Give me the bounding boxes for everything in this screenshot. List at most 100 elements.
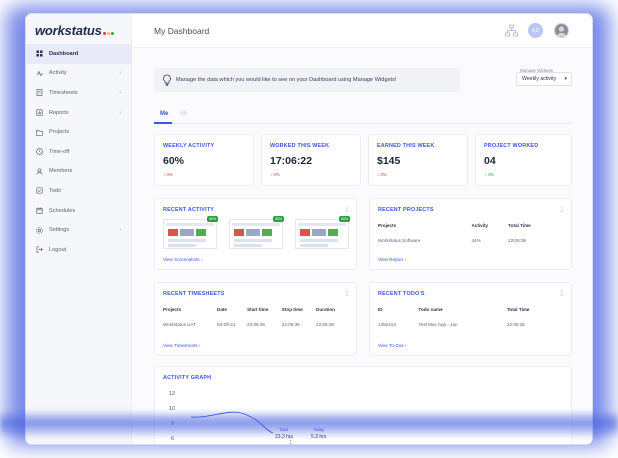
stat-change: ↓ 0% bbox=[377, 172, 387, 177]
stat-change-value: 0% bbox=[166, 172, 173, 177]
schedules-icon bbox=[35, 207, 43, 215]
header: My Dashboard GD bbox=[132, 14, 592, 48]
column-header: Stop time bbox=[281, 307, 303, 312]
table-cell: 22:06:36 bbox=[281, 322, 300, 327]
more-options-icon[interactable]: ⋮ bbox=[344, 206, 350, 213]
stat-change-value: 4% bbox=[487, 172, 494, 177]
sidebar-item-label: Schedules bbox=[49, 207, 76, 214]
recent-projects-title: RECENT PROJECTS bbox=[378, 207, 434, 213]
organization-icon[interactable] bbox=[504, 23, 519, 38]
sidebar-item-label: Projects bbox=[49, 129, 70, 136]
activity-percent-badge: 60% bbox=[207, 216, 218, 222]
sidebar-item-schedules[interactable]: Schedules bbox=[26, 201, 132, 221]
column-header: Duration bbox=[316, 307, 335, 312]
table-row[interactable]: Workstatus UAT 03-09-21 22:06:36 22:06:3… bbox=[163, 322, 347, 327]
logo-dots-icon bbox=[102, 23, 115, 38]
column-header: Date bbox=[217, 307, 227, 312]
reports-icon bbox=[35, 109, 43, 117]
logout-icon bbox=[35, 246, 43, 254]
stat-value: 04 bbox=[484, 155, 496, 167]
view-timesheets-link[interactable]: View Timesheets › bbox=[163, 343, 200, 348]
column-header: ID bbox=[378, 307, 383, 312]
activity-percent-badge: 60% bbox=[273, 216, 284, 222]
more-options-icon[interactable]: ⋮ bbox=[559, 290, 565, 297]
manage-widgets-select[interactable]: Weekly activity ▾ bbox=[516, 72, 572, 86]
sidebar-item-dashboard[interactable]: Dashboard bbox=[26, 44, 132, 64]
table-row[interactable]: Workstatus Software 44% 22:06:36 bbox=[378, 238, 558, 243]
projects-icon bbox=[35, 128, 43, 136]
recent-timesheets-title: RECENT TIMESHEETS bbox=[163, 291, 225, 297]
members-icon bbox=[35, 167, 43, 175]
dashboard-icon bbox=[35, 50, 43, 58]
sidebar-item-timesheets[interactable]: Timesheets › bbox=[26, 83, 132, 103]
table-row[interactable]: 1452412 Test Mac App - Jan 22:06:36 bbox=[378, 322, 558, 327]
view-todos-link[interactable]: View To-Dos › bbox=[378, 343, 406, 348]
lightbulb-icon bbox=[162, 74, 172, 88]
table-cell: 22:06:36 bbox=[508, 238, 527, 243]
stat-card: EARNED THIS WEEK $145 ↓ 0% bbox=[368, 134, 468, 186]
arrow-down-icon: ↓ bbox=[377, 172, 380, 177]
recent-projects-card: RECENT PROJECTS ⋮ Projects Activity Tota… bbox=[369, 198, 572, 270]
table-cell: 22:06:36 bbox=[247, 322, 265, 327]
avatar[interactable] bbox=[554, 23, 569, 38]
table-cell: Workstatus UAT bbox=[163, 322, 197, 327]
recent-todos-table: ID Todo name Total Time 1452412 Test Mac… bbox=[378, 307, 558, 327]
stat-change: ↓ 0% bbox=[163, 172, 173, 177]
active-tab-indicator bbox=[154, 122, 172, 124]
sidebar-item-logout[interactable]: Logout bbox=[26, 240, 132, 260]
tab-all[interactable]: All bbox=[180, 111, 187, 117]
sidebar-item-label: Logout bbox=[49, 246, 67, 253]
table-cell: 1452412 bbox=[378, 322, 396, 327]
stat-title: WEEKLY ACTIVITY bbox=[163, 143, 215, 149]
settings-icon bbox=[35, 226, 43, 234]
sidebar-item-settings[interactable]: Settings › bbox=[26, 220, 132, 240]
column-header: Todo name bbox=[418, 307, 443, 312]
table-cell: 22:06:36 bbox=[506, 322, 525, 327]
stat-change: ↓ 0% bbox=[270, 172, 280, 177]
arrow-down-icon: ↓ bbox=[270, 172, 273, 177]
page-title: My Dashboard bbox=[154, 26, 210, 36]
sidebar-item-label: Reports bbox=[49, 109, 69, 116]
screenshot-thumbnail[interactable]: 60% bbox=[229, 216, 284, 249]
logo: workstatus bbox=[35, 23, 115, 38]
screenshot-thumbnail[interactable]: 60% bbox=[163, 216, 218, 249]
table-cell: Workstatus Software bbox=[378, 238, 421, 243]
sidebar-item-label: Todo bbox=[49, 187, 62, 194]
stat-change-value: 0% bbox=[273, 172, 280, 177]
column-header: Total Time bbox=[508, 223, 531, 228]
sidebar: workstatus ◫ DashboardActivity›Timesheet… bbox=[26, 14, 132, 444]
view-screenshots-label: View Screenshots bbox=[163, 257, 200, 262]
sidebar-item-todo[interactable]: Todo bbox=[26, 181, 132, 201]
tab-me[interactable]: Me bbox=[160, 111, 168, 117]
screenshot-thumbnail[interactable]: 60% bbox=[295, 216, 350, 249]
time-off-icon bbox=[35, 148, 43, 156]
sidebar-item-label: Activity bbox=[49, 70, 67, 77]
column-header: Activity bbox=[471, 223, 489, 228]
view-report-link[interactable]: View Report › bbox=[378, 257, 406, 262]
activity-percent-badge: 60% bbox=[339, 216, 350, 222]
sidebar-item-reports[interactable]: Reports › bbox=[26, 103, 132, 123]
stat-card: WORKED THIS WEEK 17:06:22 ↓ 0% bbox=[261, 134, 361, 186]
arrow-down-icon: ↓ bbox=[163, 172, 166, 177]
logo-text: workstatus bbox=[35, 23, 102, 38]
more-options-icon[interactable]: ⋮ bbox=[559, 206, 565, 213]
stat-value: $145 bbox=[377, 155, 401, 167]
sidebar-item-projects[interactable]: Projects bbox=[26, 122, 132, 142]
sidebar-item-members[interactable]: Members bbox=[26, 162, 132, 182]
more-options-icon[interactable]: ⋮ bbox=[344, 290, 350, 297]
view-todos-label: View To-Dos bbox=[378, 343, 404, 348]
stat-title: WORKED THIS WEEK bbox=[270, 143, 330, 149]
column-header: Start time bbox=[247, 307, 269, 312]
user-initials-badge[interactable]: GD bbox=[528, 23, 543, 38]
sidebar-item-time-off[interactable]: Time-off bbox=[26, 142, 132, 162]
view-timesheets-label: View Timesheets bbox=[163, 343, 198, 348]
sidebar-nav: Dashboard Activity › Timesheets › Reports › Pro… bbox=[26, 44, 132, 260]
view-screenshots-link[interactable]: View Screenshots › bbox=[163, 257, 203, 262]
tabs-divider bbox=[154, 123, 572, 124]
sidebar-item-activity[interactable]: Activity › bbox=[26, 64, 132, 84]
stat-value: 60% bbox=[163, 155, 185, 167]
table-cell: 03-09-21 bbox=[217, 322, 236, 327]
stat-card: PROJECT WORKED 04 ↑ 4% bbox=[475, 134, 572, 186]
stat-change: ↑ 4% bbox=[484, 172, 494, 177]
todo-icon bbox=[35, 187, 43, 195]
